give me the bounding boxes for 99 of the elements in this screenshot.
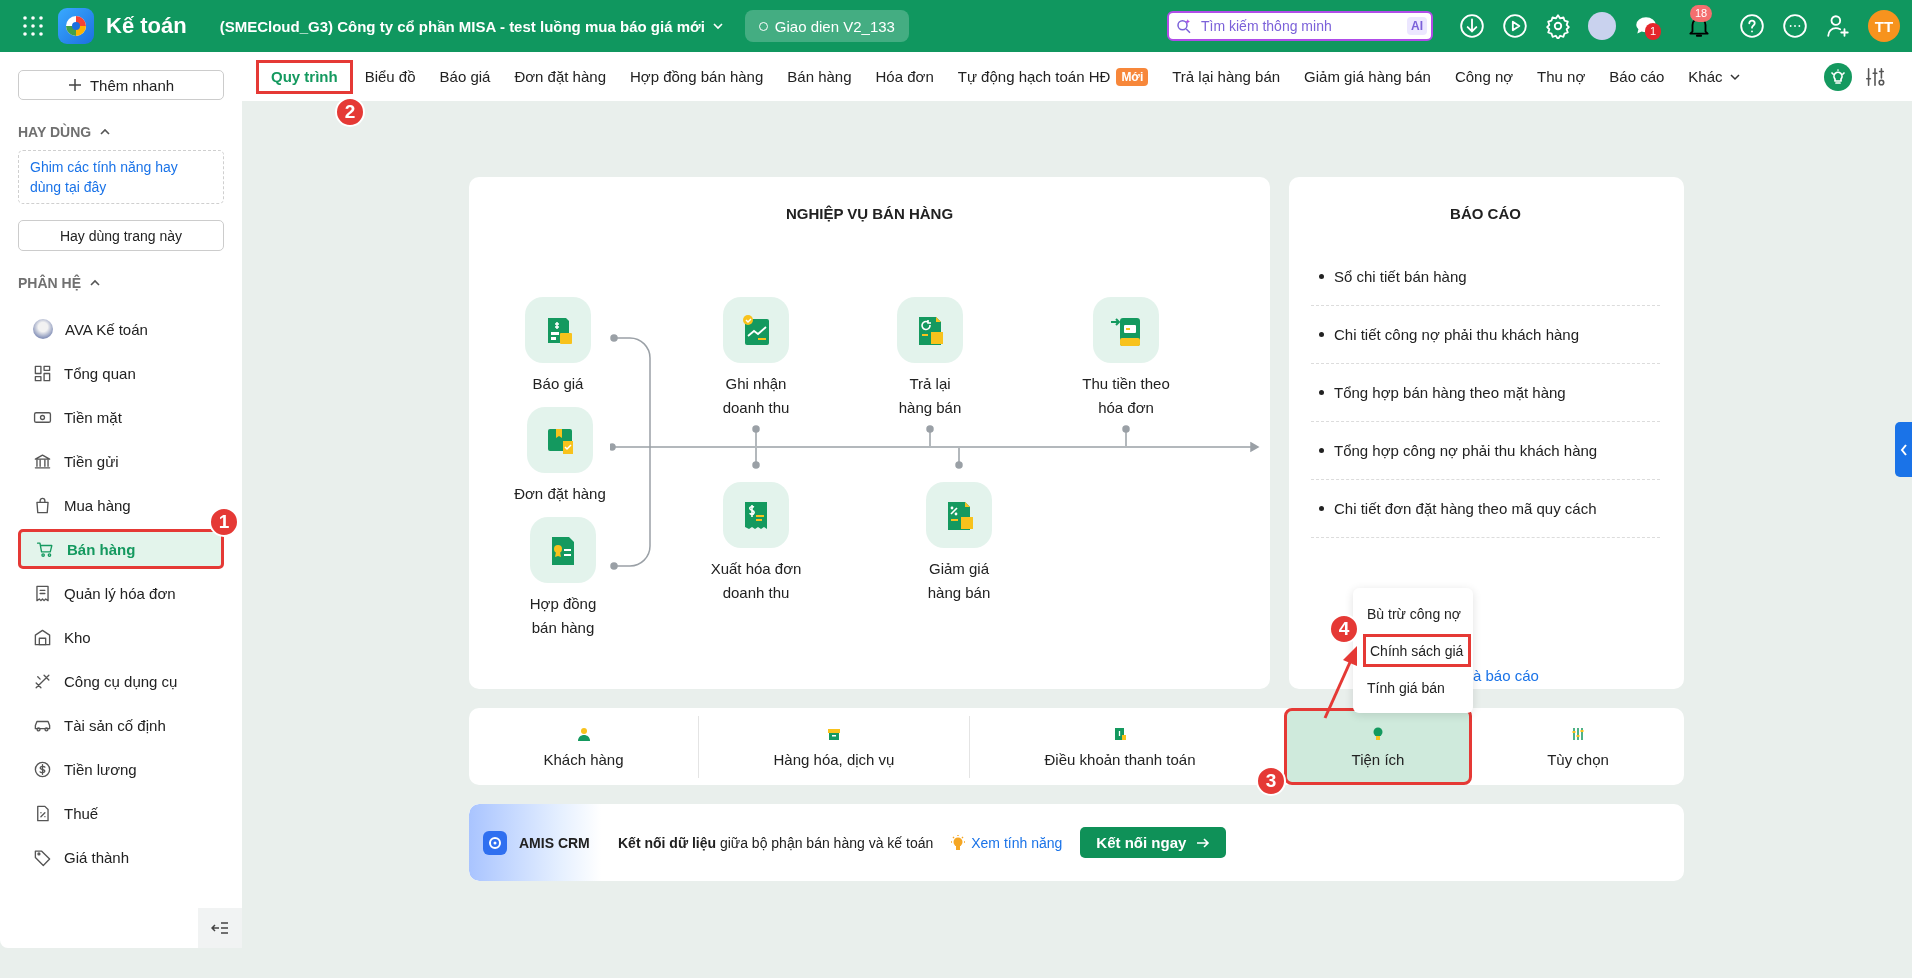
- report-link[interactable]: Tổng hợp công nợ phải thu khách hàng: [1334, 442, 1598, 459]
- expand-panel-icon[interactable]: [1895, 422, 1912, 477]
- receipt-icon: [33, 583, 52, 603]
- sliders-icon: [1570, 725, 1586, 742]
- app-logo-icon: [58, 8, 94, 44]
- favorite-page-button[interactable]: Hay dùng trang này: [18, 220, 224, 251]
- cart-icon: [36, 539, 55, 559]
- help-icon[interactable]: [1739, 13, 1765, 39]
- download-icon[interactable]: [1459, 13, 1485, 39]
- app-grid-icon[interactable]: [22, 15, 44, 37]
- tab[interactable]: Hóa đơn: [863, 59, 946, 94]
- app-title: Kế toán: [106, 13, 187, 39]
- tab[interactable]: Tự động hạch toán HĐ Mới: [945, 59, 1161, 94]
- tab[interactable]: Giảm giá hàng bán: [1292, 59, 1443, 94]
- all-reports-link[interactable]: à báo cáo: [1473, 667, 1539, 684]
- sidebar-item[interactable]: Tài sản cố định: [18, 705, 224, 745]
- step-number-badge: 4: [1329, 614, 1359, 644]
- settings-icon[interactable]: [1545, 13, 1571, 39]
- new-badge: Mới: [1116, 67, 1149, 86]
- sidebar-item[interactable]: Quản lý hóa đơn: [18, 573, 224, 613]
- crm-name: AMIS CRM: [519, 834, 590, 851]
- report-link[interactable]: Sổ chi tiết bán hàng: [1334, 268, 1467, 285]
- tab[interactable]: Bán hàng: [775, 59, 864, 94]
- bullet-icon: [1319, 332, 1324, 337]
- ai-search-icon: [1175, 17, 1193, 35]
- menu-item[interactable]: Tính giá bán: [1363, 671, 1471, 704]
- avatar-icon: [33, 319, 53, 339]
- bullet-icon: [1319, 448, 1324, 453]
- tab[interactable]: Thu nợ: [1525, 59, 1598, 94]
- connect-button[interactable]: Kết nối ngay: [1080, 827, 1227, 858]
- card-title: BÁO CÁO: [1450, 205, 1521, 222]
- bank-icon: [33, 451, 52, 471]
- report-link[interactable]: Chi tiết đơn đặt hàng theo mã quy cách: [1334, 500, 1597, 517]
- sidebar-item[interactable]: Giá thành: [18, 837, 224, 877]
- tab[interactable]: Đơn đặt hàng: [502, 59, 618, 94]
- sidebar-item[interactable]: Công cụ dụng cụ: [18, 661, 224, 701]
- tab[interactable]: Khác: [1676, 59, 1753, 94]
- step-number-badge: 2: [335, 97, 365, 127]
- sidebar-item[interactable]: Kho: [18, 617, 224, 657]
- card-title: NGHIỆP VỤ BÁN HÀNG: [785, 205, 954, 222]
- tab[interactable]: Hợp đồng bán hàng: [618, 59, 776, 94]
- dashboard-icon: [33, 363, 52, 383]
- menu-item[interactable]: Bù trừ công nợ: [1363, 597, 1471, 630]
- tab[interactable]: Báo cáo: [1597, 59, 1677, 94]
- warehouse-icon: [33, 627, 52, 647]
- payment-receipt-icon: [1112, 725, 1128, 742]
- bullet-icon: [1319, 390, 1324, 395]
- tab[interactable]: Trả lại hàng bán: [1160, 59, 1293, 94]
- sidebar-item[interactable]: Thuế: [18, 793, 224, 833]
- add-user-icon[interactable]: [1825, 13, 1851, 39]
- crm-message: Kết nối dữ liệu giữa bộ phận bán hàng và kế toán: [618, 834, 934, 851]
- process-step[interactable]: Xuất hóa đơn doanh thu: [701, 482, 811, 605]
- person-icon: [575, 725, 592, 742]
- price-tag-icon: [33, 847, 52, 867]
- shopping-bag-icon: [33, 495, 52, 515]
- category-tab[interactable]: Tiện ích: [1284, 708, 1472, 785]
- lightbulb-icon[interactable]: [1824, 62, 1852, 91]
- category-tab[interactable]: Tùy chọn: [1472, 715, 1684, 778]
- sidebar-item[interactable]: Tiền mặt: [18, 397, 224, 437]
- tab[interactable]: Báo giá: [427, 59, 503, 94]
- tick-connector: [1122, 425, 1130, 447]
- tab[interactable]: Công nợ: [1442, 59, 1526, 94]
- report-link[interactable]: Chi tiết công nợ phải thu khách hàng: [1334, 326, 1579, 343]
- play-icon[interactable]: [1502, 13, 1528, 39]
- tab[interactable]: Biểu đồ: [352, 59, 428, 94]
- bullet-icon: [1319, 274, 1324, 279]
- quick-add-button[interactable]: Thêm nhanh: [18, 70, 224, 100]
- bullet-icon: [1319, 506, 1324, 511]
- tab[interactable]: Quy trình: [256, 59, 353, 94]
- step-number-badge: 3: [1256, 766, 1286, 796]
- ai-badge: AI: [1407, 17, 1427, 35]
- more-icon[interactable]: [1782, 13, 1808, 39]
- process-step[interactable]: Giảm giá hàng bán: [919, 482, 999, 605]
- category-tab[interactable]: Hàng hóa, dịch vụ: [699, 715, 970, 778]
- section-title: PHÂN HỆ: [18, 275, 81, 291]
- sidebar-item[interactable]: AVA Kế toán: [18, 309, 224, 349]
- process-step[interactable]: Ghi nhận doanh thu: [711, 297, 801, 420]
- report-link[interactable]: Tổng hợp bán hàng theo mặt hàng: [1334, 384, 1566, 401]
- process-step[interactable]: Đơn đặt hàng: [495, 407, 625, 506]
- collapse-sidebar-icon[interactable]: [198, 908, 242, 948]
- tick-connector: [926, 425, 934, 447]
- lightbulb-icon: [949, 833, 968, 852]
- dollar-coin-icon: [33, 759, 52, 779]
- process-step[interactable]: Thu tiền theo hóa đơn: [1071, 297, 1181, 420]
- plus-icon: [67, 78, 82, 92]
- sidebar-item[interactable]: Tiền lương: [18, 749, 224, 789]
- arrow-right-icon: [1196, 835, 1211, 850]
- favorites-hint: Ghim các tính năng hay dùng tại đây: [18, 150, 224, 204]
- sidebar-item[interactable]: Tiền gửi: [18, 441, 224, 481]
- company-selector[interactable]: (SMECloud_G3) Công ty cổ phần MISA - test luồng mua báo giá mới: [219, 17, 725, 35]
- category-tab[interactable]: Khách hàng: [469, 715, 699, 778]
- sliders-settings-icon[interactable]: [1864, 65, 1886, 88]
- features-link[interactable]: Xem tính năng: [971, 834, 1063, 851]
- avatar-icon[interactable]: [1588, 12, 1616, 40]
- sidebar-item[interactable]: Tổng quan: [18, 353, 224, 393]
- process-step[interactable]: Hợp đồng bán hàng: [518, 517, 608, 640]
- section-title: HAY DÙNG: [18, 124, 92, 140]
- crm-logo-icon: [483, 830, 507, 855]
- tick-connector: [955, 447, 963, 469]
